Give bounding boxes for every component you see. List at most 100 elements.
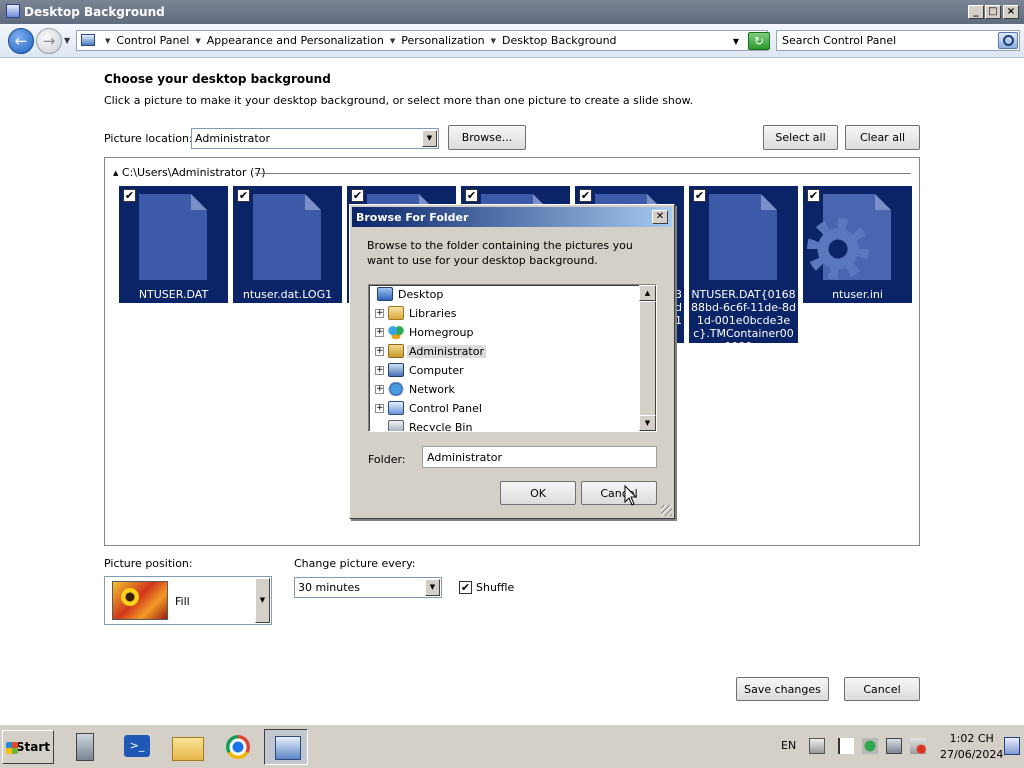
scroll-down-button[interactable]: ▼ <box>639 415 656 431</box>
expand-icon[interactable]: + <box>375 385 384 394</box>
homegroup-icon <box>388 325 404 339</box>
collapse-icon[interactable]: ▲ <box>113 169 118 177</box>
picture-position-select[interactable]: Fill ▼ <box>104 576 272 625</box>
refresh-button[interactable]: ↻ <box>748 32 770 50</box>
volume-muted-icon[interactable] <box>910 738 926 754</box>
breadcrumb-separator[interactable]: ▼ <box>189 37 206 45</box>
taskbar: Start EN 1:02 CH 27/06/2024 <box>0 724 1024 768</box>
clear-all-button[interactable]: Clear all <box>845 125 920 150</box>
picture-tile[interactable]: ✔ NTUSER.DAT <box>119 186 228 303</box>
breadcrumb[interactable]: ▼ Control Panel ▼ Appearance and Personaliz… <box>76 30 768 51</box>
breadcrumb-appearance[interactable]: Appearance and Personalization <box>207 34 384 47</box>
desktop-icon <box>377 287 393 301</box>
folder-field[interactable] <box>422 446 657 468</box>
network-tray-icon[interactable] <box>886 738 902 754</box>
tree-item-label: Recycle Bin <box>409 421 473 432</box>
group-header-label: C:\Users\Administrator (7) <box>121 166 266 179</box>
scroll-thumb[interactable] <box>639 301 656 429</box>
breadcrumb-separator[interactable]: ▼ <box>384 37 401 45</box>
dialog-instruction: Browse to the folder containing the pict… <box>367 239 633 267</box>
control-panel-taskbar-icon[interactable] <box>264 729 308 765</box>
file-icon <box>709 194 777 280</box>
scroll-up-button[interactable]: ▲ <box>639 285 656 301</box>
tree-item-label: Administrator <box>407 345 486 358</box>
picture-tile[interactable]: ✔ ntuser.dat.LOG1 <box>233 186 342 303</box>
show-desktop-icon[interactable] <box>1004 737 1020 755</box>
chrome-icon[interactable] <box>214 729 258 765</box>
recent-pages-dropdown[interactable]: ▼ <box>64 36 70 45</box>
browse-for-folder-dialog[interactable]: Browse For Folder ✕ Browse to the folder… <box>349 204 675 519</box>
chevron-down-icon[interactable]: ▼ <box>425 579 440 596</box>
breadcrumb-root-dropdown[interactable]: ▼ <box>99 37 116 45</box>
tile-checkbox[interactable]: ✔ <box>693 189 706 202</box>
breadcrumb-control-panel[interactable]: Control Panel <box>116 34 189 47</box>
change-interval-select[interactable]: 30 minutes ▼ <box>294 577 442 598</box>
dialog-title-bar[interactable]: Browse For Folder ✕ <box>352 207 672 227</box>
picture-position-value: Fill <box>175 595 190 608</box>
expand-icon[interactable]: + <box>375 366 384 375</box>
chevron-down-icon[interactable]: ▼ <box>422 130 437 147</box>
window-icon <box>6 4 20 18</box>
expand-icon[interactable]: + <box>375 309 384 318</box>
keyboard-icon[interactable] <box>809 738 825 754</box>
tile-checkbox[interactable]: ✔ <box>123 189 136 202</box>
close-button[interactable]: × <box>1003 5 1019 19</box>
powershell-icon[interactable] <box>114 729 158 765</box>
breadcrumb-separator[interactable]: ▼ <box>485 37 502 45</box>
tile-label: NTUSER.DAT{016888bd-6c6f-11de-8d1d-001e0… <box>691 288 796 353</box>
tree-scrollbar[interactable]: ▲ ▼ <box>639 285 656 431</box>
start-button[interactable]: Start <box>2 730 54 764</box>
window-title: Desktop Background <box>24 5 165 19</box>
action-center-flag-icon[interactable] <box>838 738 854 754</box>
tile-checkbox[interactable]: ✔ <box>237 189 250 202</box>
forward-button[interactable]: → <box>36 28 62 54</box>
expand-icon[interactable]: + <box>375 404 384 413</box>
language-indicator[interactable]: EN <box>781 739 796 752</box>
search-icon[interactable] <box>998 32 1018 49</box>
picture-tile[interactable]: ✔ NTUSER.DAT{016888bd-6c6f-11de-8d1d-001… <box>689 186 798 353</box>
select-all-button[interactable]: Select all <box>763 125 838 150</box>
dialog-close-button[interactable]: ✕ <box>652 210 668 224</box>
tile-checkbox[interactable]: ✔ <box>465 189 478 202</box>
back-button[interactable]: ← <box>8 28 34 54</box>
tree-item-label: Control Panel <box>409 402 482 415</box>
dialog-cancel-button[interactable]: Cancel <box>581 481 657 505</box>
search-box[interactable] <box>776 30 1020 51</box>
fill-preview-thumbnail <box>112 581 168 620</box>
expand-icon[interactable]: + <box>375 328 384 337</box>
server-manager-icon[interactable] <box>64 729 108 765</box>
tile-checkbox[interactable]: ✔ <box>807 189 820 202</box>
shuffle-checkbox[interactable]: ✔ <box>459 581 472 594</box>
maximize-button[interactable]: □ <box>985 5 1001 19</box>
address-dropdown[interactable]: ▼ <box>733 37 739 46</box>
chevron-down-icon[interactable]: ▼ <box>255 578 270 623</box>
clock[interactable]: 1:02 CH 27/06/2024 <box>940 731 1003 763</box>
browse-button[interactable]: Browse... <box>448 125 526 150</box>
save-changes-button[interactable]: Save changes <box>736 677 829 701</box>
group-header[interactable]: ▲ C:\Users\Administrator (7) <box>113 166 266 179</box>
picture-location-select[interactable]: Administrator ▼ <box>191 128 439 149</box>
picture-position-label: Picture position: <box>104 557 193 570</box>
breadcrumb-personalization[interactable]: Personalization <box>401 34 484 47</box>
file-explorer-icon[interactable] <box>164 729 208 765</box>
resize-grip[interactable] <box>661 505 672 516</box>
shuffle-label[interactable]: Shuffle <box>476 581 514 594</box>
picture-tile[interactable]: ✔ ntuser.ini <box>803 186 912 303</box>
cancel-button[interactable]: Cancel <box>844 677 920 701</box>
breadcrumb-desktop-background[interactable]: Desktop Background <box>502 34 617 47</box>
window-title-bar[interactable]: Desktop Background _ □ × <box>0 0 1024 24</box>
page-description: Click a picture to make it your desktop … <box>104 94 694 107</box>
tile-checkbox[interactable]: ✔ <box>351 189 364 202</box>
file-icon <box>253 194 321 280</box>
folder-label: Folder: <box>368 453 406 466</box>
folder-tree[interactable]: Desktop + Libraries + Homegroup + Admini… <box>368 284 657 432</box>
dialog-title: Browse For Folder <box>356 211 469 224</box>
search-input[interactable] <box>780 33 990 48</box>
security-shield-icon[interactable] <box>862 738 878 754</box>
clock-time: 1:02 CH <box>949 732 994 745</box>
tile-checkbox[interactable]: ✔ <box>579 189 592 202</box>
minimize-button[interactable]: _ <box>968 5 984 19</box>
expand-icon[interactable]: + <box>375 347 384 356</box>
file-icon <box>139 194 207 280</box>
ok-button[interactable]: OK <box>500 481 576 505</box>
